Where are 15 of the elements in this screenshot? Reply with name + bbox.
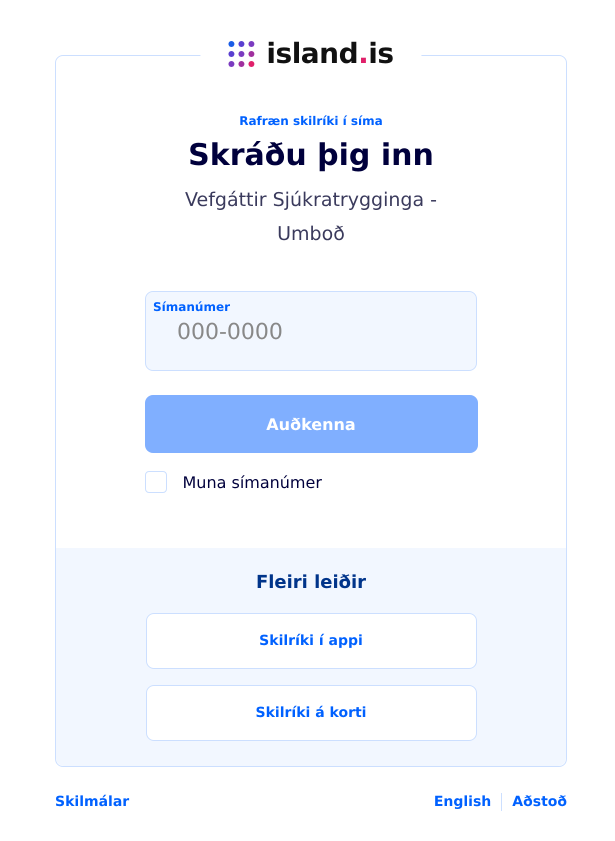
section-heading: Fleiri leiðir [256, 572, 366, 593]
dot-grid-icon [228, 41, 254, 67]
terms-link[interactable]: Skilmálar [55, 794, 130, 810]
footer-link[interactable]: English [434, 794, 492, 810]
subtitle-text: Vefgáttir Sjúkratrygginga - Umboð [184, 188, 438, 247]
footer-link[interactable]: Aðstoð [512, 794, 567, 810]
eyebrow-text: Rafræn skilríki í síma [239, 114, 383, 128]
checkbox[interactable] [144, 471, 166, 493]
login-option-button[interactable]: Skilríki á korti [146, 685, 476, 741]
login-option-button[interactable]: Skilríki í appi [146, 613, 476, 669]
checkbox-label: Muna símanúmer [182, 472, 322, 492]
field-label: Símanúmer [153, 300, 232, 314]
logo-text: island.is [266, 37, 394, 71]
phone-input-field[interactable]: 000-0000 [177, 320, 377, 345]
page-title: Skráðu þig inn [188, 138, 434, 173]
